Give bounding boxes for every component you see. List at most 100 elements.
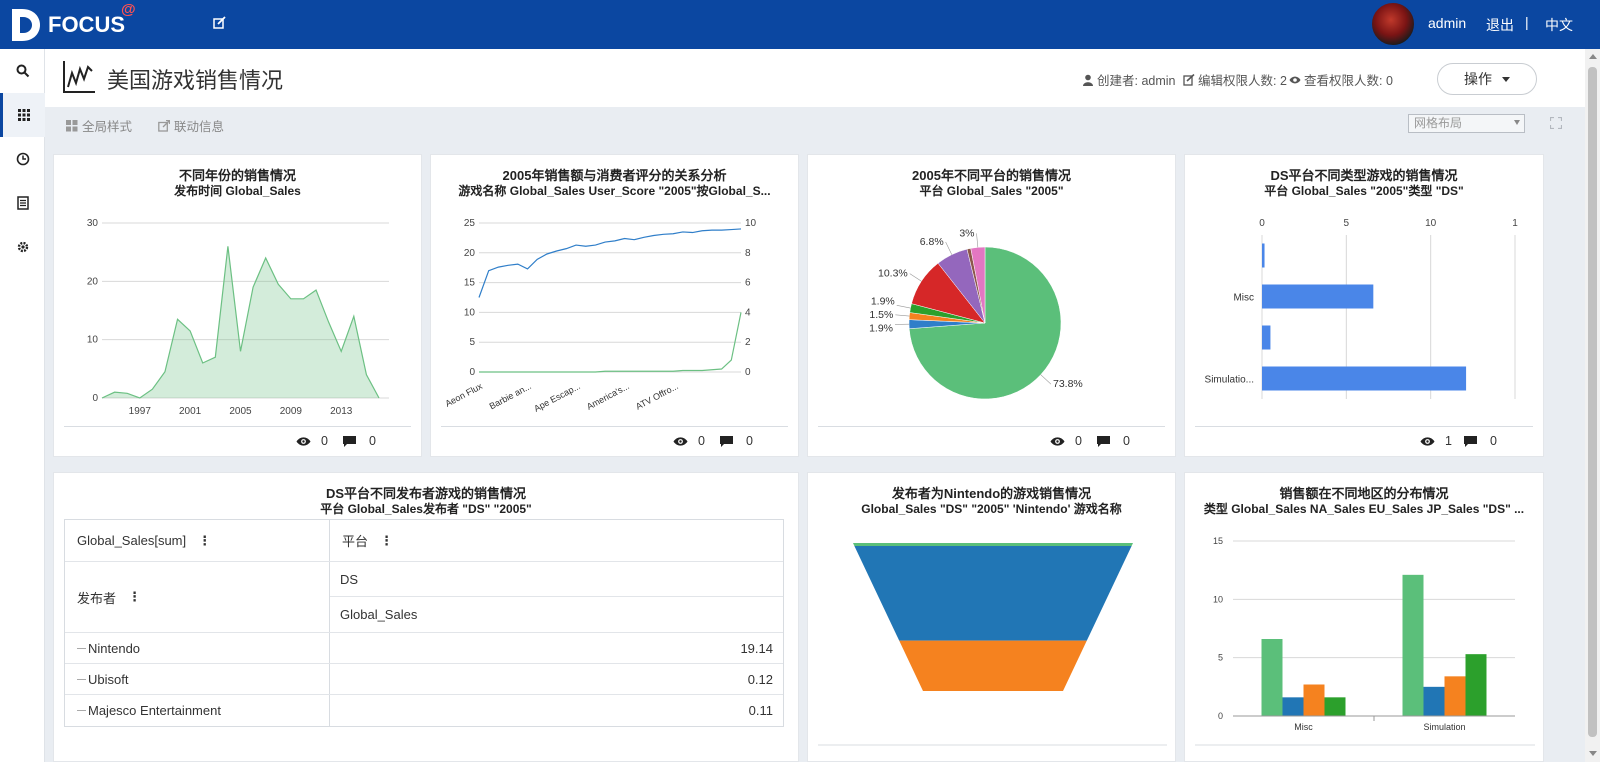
table-row[interactable]: Nintendo 19.14: [65, 633, 783, 664]
y-category-label: Simulatio...: [1205, 375, 1254, 386]
views-stat[interactable]: 0: [673, 434, 705, 448]
funnel-chart[interactable]: [808, 473, 1177, 762]
fullscreen-icon[interactable]: [1550, 117, 1562, 129]
views-stat[interactable]: 1: [1420, 434, 1452, 448]
comment-icon: [1464, 435, 1477, 447]
y-tick-label-left: 0: [469, 367, 475, 378]
area-chart[interactable]: 0 10 20 30 1997 2001 2005 2009 2013: [54, 155, 423, 425]
card-ds-genre-sales[interactable]: DS平台不同类型游戏的销售情况 平台 Global_Sales "2005"类型…: [1184, 154, 1544, 457]
view-permission-info[interactable]: 查看权限人数: 0: [1289, 70, 1393, 89]
focus-logo[interactable]: FOCUS: [10, 6, 125, 44]
comments-stat[interactable]: 0: [719, 434, 753, 448]
eye-icon: [296, 436, 311, 446]
layout-select[interactable]: 网格布局: [1408, 114, 1525, 133]
view-permission-text: 查看权限人数: 0: [1304, 74, 1393, 88]
y-tick-label-right: 10: [745, 218, 757, 229]
slice-label: 1.5%: [869, 309, 893, 321]
bar: [1262, 284, 1374, 309]
y-tick-label: 30: [87, 218, 99, 229]
x-category-label: Misc: [1294, 722, 1313, 732]
sidebar-item-settings[interactable]: [0, 225, 45, 269]
kebab-menu-icon[interactable]: ⋮: [128, 589, 141, 605]
slice-label: 6.8%: [920, 236, 944, 248]
publisher-cell: Ubisoft: [65, 664, 330, 694]
card-nintendo-sales[interactable]: 发布者为Nintendo的游戏销售情况 Global_Sales "DS" "2…: [807, 472, 1176, 762]
bar: [1261, 639, 1283, 716]
y-tick-label-left: 10: [464, 307, 476, 318]
bar: [1262, 366, 1467, 391]
table-row[interactable]: Ubisoft 0.12: [65, 664, 783, 695]
label-leader: [945, 241, 953, 255]
measure-header[interactable]: Global_Sales[sum] ⋮: [65, 520, 330, 561]
global-style-button[interactable]: 全局样式: [66, 116, 132, 135]
card-sales-by-platform[interactable]: 2005年不同平台的销售情况 平台 Global_Sales "2005" 73…: [807, 154, 1176, 457]
logo-at: @: [121, 1, 136, 18]
sidebar-item-dashboard[interactable]: [0, 93, 45, 137]
pivot-table: Global_Sales[sum] ⋮ 平台 ⋮ 发布者 ⋮ DS Global…: [64, 519, 784, 727]
x-tick-label: 1997: [129, 406, 152, 417]
operation-button[interactable]: 操作: [1437, 63, 1537, 95]
x-tick-label: Barbie an...: [488, 381, 533, 411]
x-tick-label: 0: [1259, 218, 1265, 229]
scroll-down-arrow-icon[interactable]: [1589, 751, 1597, 756]
card-sales-by-year[interactable]: 不同年份的销售情况 发布时间 Global_Sales 0 10 20 30 1997 2…: [53, 154, 422, 457]
sidebar-item-list[interactable]: [0, 181, 45, 225]
slice-label: 10.3%: [878, 268, 908, 280]
card-footer: 0 0: [441, 426, 788, 456]
platform-header[interactable]: 平台 ⋮: [330, 520, 783, 561]
sidebar-item-history[interactable]: [0, 137, 45, 181]
y-category-label: Misc: [1233, 293, 1254, 304]
slice-label: 3%: [959, 227, 974, 239]
eye-icon: [673, 436, 688, 446]
pie-chart[interactable]: 73.8%1.9%1.5%1.9%10.3%6.8%3%: [808, 155, 1177, 425]
scroll-up-arrow-icon[interactable]: [1589, 54, 1597, 59]
views-stat[interactable]: 0: [1050, 434, 1082, 448]
comments-count: 0: [369, 434, 376, 448]
platform-ds: DS: [330, 562, 783, 597]
card-sales-vs-score[interactable]: 2005年销售额与消费者评分的关系分析 游戏名称 Global_Sales Us…: [430, 154, 799, 457]
x-tick-label: 2009: [280, 406, 303, 417]
area-fill: [102, 246, 379, 398]
funnel-segment: [853, 543, 1133, 546]
comment-icon: [720, 435, 733, 447]
link-info-button[interactable]: 联动信息: [158, 116, 224, 135]
avatar[interactable]: [1370, 1, 1416, 47]
line-chart[interactable]: 0 5 10 15 20 25 0 2 4 6 8 10 Aeon Flux Barbie an... Ap…: [431, 155, 800, 425]
page-scrollbar[interactable]: [1585, 49, 1600, 762]
y-tick-label-left: 25: [464, 218, 476, 229]
y-tick-label-left: 20: [464, 248, 476, 259]
sidebar-item-search[interactable]: [0, 49, 45, 93]
edit-permission-info[interactable]: 编辑权限人数: 2: [1183, 70, 1287, 89]
views-stat[interactable]: 0: [296, 434, 328, 448]
scroll-thumb[interactable]: [1588, 67, 1597, 737]
comments-stat[interactable]: 0: [342, 434, 376, 448]
grouped-bar-chart[interactable]: 0 5 10 15 Misc Simulation: [1185, 473, 1545, 762]
bar: [1402, 574, 1424, 716]
link-info-label: 联动信息: [174, 120, 225, 134]
operation-label: 操作: [1464, 71, 1492, 87]
line-chart-icon: [63, 61, 95, 93]
comments-stat[interactable]: 0: [1463, 434, 1497, 448]
comments-stat[interactable]: 0: [1096, 434, 1130, 448]
y-tick-label: 0: [92, 393, 98, 404]
table-row[interactable]: Majesco Entertainment 0.11: [65, 695, 783, 726]
horizontal-bar-chart[interactable]: 0 5 10 1 Misc Simulatio...: [1185, 155, 1545, 425]
publisher-header[interactable]: 发布者 ⋮: [65, 562, 330, 632]
user-name[interactable]: admin: [1428, 15, 1466, 31]
y-tick-label-right: 2: [745, 337, 751, 348]
eye-icon: [1289, 76, 1301, 83]
card-ds-publisher-sales[interactable]: DS平台不同发布者游戏的销售情况 平台 Global_Sales发布者 "DS"…: [53, 472, 799, 762]
bar: [1324, 697, 1346, 716]
kebab-menu-icon[interactable]: ⋮: [198, 533, 211, 549]
caret-down-icon: [1502, 76, 1510, 82]
x-tick-label: 2013: [330, 406, 353, 417]
logout-link[interactable]: 退出: [1486, 15, 1514, 35]
edit-icon[interactable]: [213, 16, 227, 30]
grid-icon: [66, 119, 78, 131]
x-tick-label: 10: [1425, 218, 1437, 229]
kebab-menu-icon[interactable]: ⋮: [380, 533, 393, 549]
eye-icon: [1050, 436, 1065, 446]
y-tick-label: 20: [87, 276, 99, 287]
language-link[interactable]: 中文: [1545, 15, 1573, 35]
card-region-sales[interactable]: 销售额在不同地区的分布情况 类型 Global_Sales NA_Sales E…: [1184, 472, 1544, 762]
